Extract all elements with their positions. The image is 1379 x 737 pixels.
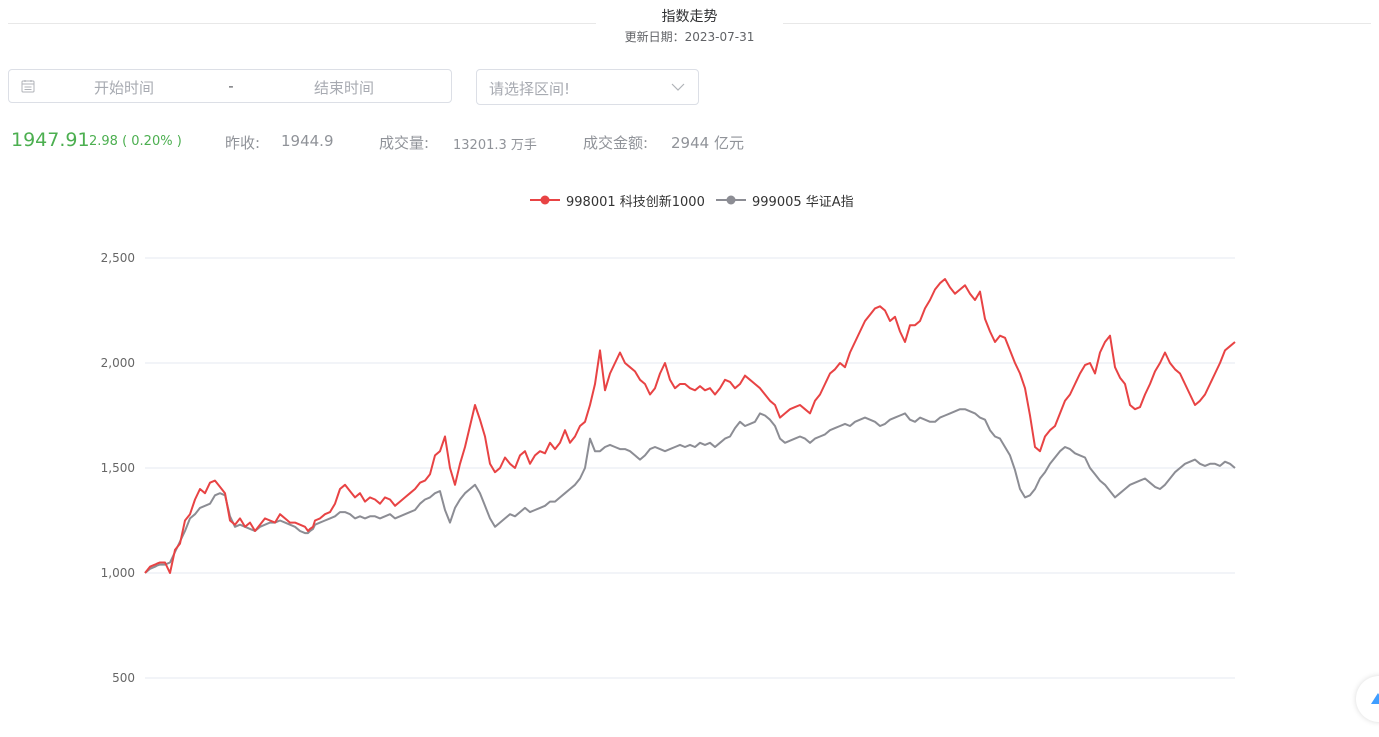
legend-label-series-1: 998001 科技创新1000 bbox=[566, 195, 705, 210]
legend-label-series-2: 999005 华证A指 bbox=[752, 195, 854, 210]
volume-label: 成交量: bbox=[379, 134, 430, 152]
date-range-picker[interactable]: 开始时间 - 结束时间 bbox=[8, 69, 452, 103]
y-tick-label: 2,000 bbox=[101, 356, 135, 370]
end-date-input[interactable]: 结束时间 bbox=[279, 77, 409, 98]
range-separator: - bbox=[228, 77, 234, 95]
amount-label: 成交金额: bbox=[583, 134, 649, 152]
prev-close-value: 1944.9 bbox=[281, 132, 334, 150]
arrow-up-icon bbox=[1371, 693, 1379, 704]
y-tick-label: 2,500 bbox=[101, 251, 135, 265]
quote-stats: 1947.91 2.98 ( 0.20% ) 昨收: 1944.9 成交量: 1… bbox=[11, 128, 911, 158]
title-divider-left bbox=[8, 23, 596, 24]
range-select-placeholder: 请选择区间! bbox=[489, 80, 571, 98]
prev-close-label: 昨收: bbox=[225, 134, 261, 152]
line-chart: 500 1,000 1,500 2,000 2,500 bbox=[101, 251, 1236, 685]
start-date-input[interactable]: 开始时间 bbox=[59, 77, 189, 98]
calendar-icon bbox=[21, 80, 35, 93]
chart-legend: 998001 科技创新1000 999005 华证A指 bbox=[530, 191, 870, 211]
range-select[interactable]: 请选择区间! bbox=[476, 69, 699, 105]
title-divider-right bbox=[783, 23, 1371, 24]
page-title: 指数走势 bbox=[661, 9, 718, 25]
last-price: 1947.91 bbox=[11, 129, 90, 151]
y-tick-label: 1,000 bbox=[101, 566, 135, 580]
volume-value: 13201.3 万手 bbox=[453, 138, 537, 153]
y-tick-label: 1,500 bbox=[101, 461, 135, 475]
series-line-2 bbox=[144, 408, 1236, 574]
update-date: 更新日期：2023-07-31 bbox=[624, 30, 755, 44]
series-line-1 bbox=[144, 278, 1236, 574]
legend-marker-red-icon bbox=[530, 195, 560, 205]
chevron-down-icon bbox=[671, 83, 685, 91]
legend-marker-gray-icon bbox=[716, 195, 746, 205]
y-tick-label: 500 bbox=[112, 671, 135, 685]
price-change: 2.98 ( 0.20% ) bbox=[89, 134, 182, 149]
amount-value: 2944 亿元 bbox=[671, 134, 744, 152]
chart-header: 指数走势 更新日期：2023-07-31 bbox=[0, 0, 1379, 50]
